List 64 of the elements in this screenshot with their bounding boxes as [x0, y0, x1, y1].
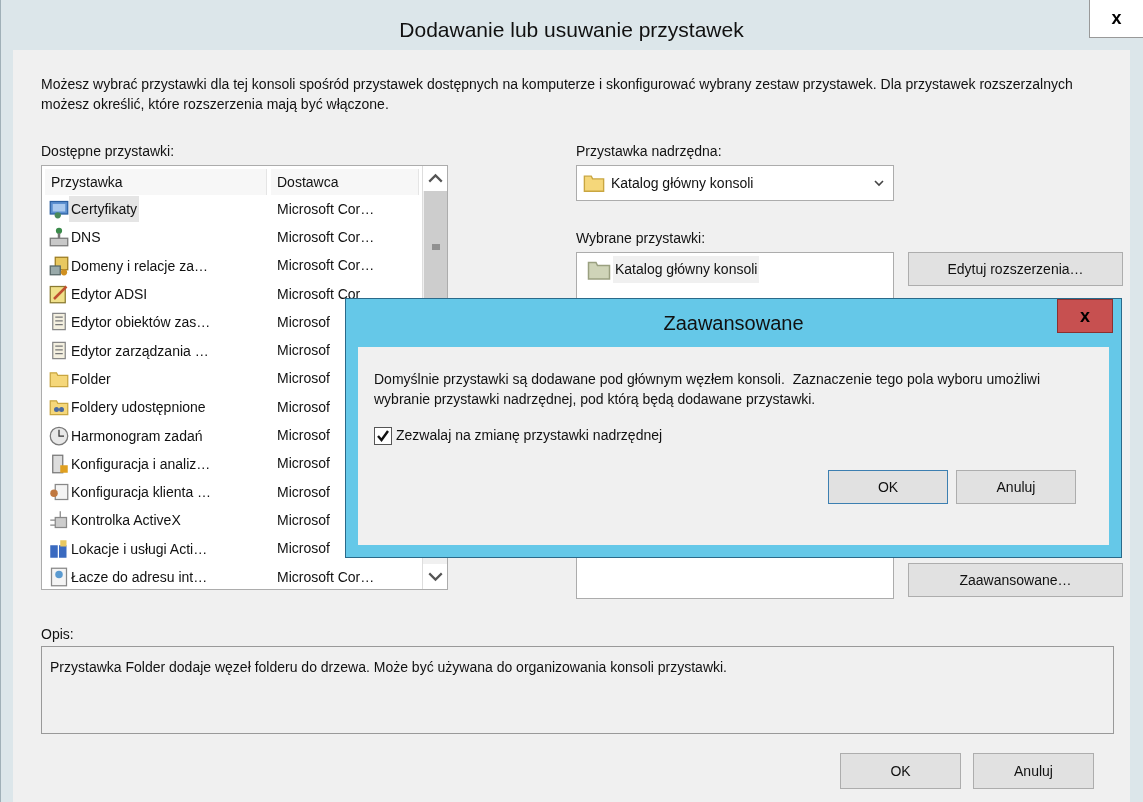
column-header[interactable]: Dostawca — [271, 169, 419, 195]
dialog-text: Domyślnie przystawki są dodawane pod głównym węzłem konsoli. Zaznaczenie tego pola wyboru umożliwi wybranie przystawki nadrzędnej, pod którą będą dodawane przystawki. — [374, 370, 1042, 409]
snapin-name[interactable]: Edytor zarządzania … — [69, 337, 211, 364]
component-icon — [49, 510, 69, 531]
checkbox[interactable] — [374, 426, 392, 445]
snapin-name[interactable]: Konfiguracja i analiz… — [69, 450, 213, 477]
link-icon — [49, 567, 69, 587]
editor-icon — [49, 284, 69, 305]
vendor-cell-text: Microsoft Cor… — [276, 256, 375, 276]
folder-icon — [583, 172, 605, 194]
dialog-title: Zaawansowane — [663, 311, 804, 336]
buildings-icon — [49, 538, 69, 559]
instruction-text: Możesz wybrać przystawki dla tej konsoli spośród przystawek dostępnych na komputerze i skonfigurować wybrany zestaw przystawek. Dla przystawek rozszerzalnych możesz określić, które rozszerzenia mają być włączone. — [41, 75, 1074, 114]
document-icon — [49, 340, 69, 361]
snapin-name[interactable]: Edytor ADSI — [69, 281, 150, 308]
description-box: Przystawka Folder dodaje węzeł folderu do drzewa. Może być używana do organizowania konsoli przystawki. — [41, 646, 1114, 734]
list-label: Dostępne przystawki: — [41, 142, 176, 160]
snapin-name[interactable]: Kontrolka ActiveX — [69, 507, 183, 534]
parent-dropdown[interactable]: Katalog główny konsoli — [576, 165, 894, 201]
column-header[interactable]: Przystawka — [45, 169, 267, 195]
vendor-cell-text: Microsof — [276, 510, 330, 530]
vendor-cell-text: Microsof — [276, 397, 330, 417]
snapin-name[interactable]: Folder — [69, 365, 113, 392]
snapin-name[interactable]: Edytor obiektów zas… — [69, 309, 213, 336]
document-icon — [49, 312, 69, 333]
close-button[interactable]: x — [1089, 0, 1143, 38]
edit-extensions-button[interactable]: Edytuj rozszerzenia… — [908, 252, 1123, 286]
vendor-cell-text: Microsoft Cor… — [276, 199, 375, 219]
snapin-name[interactable]: Harmonogram zadań — [69, 422, 205, 449]
cancel-button[interactable]: Anuluj — [973, 753, 1094, 789]
selected-list-label: Wybrane przystawki: — [576, 229, 707, 247]
dns-icon — [49, 227, 69, 248]
vendor-cell-text: Microsof — [276, 369, 330, 389]
snapin-name[interactable]: Katalog główny konsoli — [613, 256, 760, 283]
vendor-cell-text: Microsof — [276, 454, 330, 474]
description-label: Opis: — [41, 625, 75, 643]
cancel-button[interactable]: Anuluj — [956, 470, 1076, 504]
window-title: Dodawanie lub usuwanie przystawek — [399, 17, 744, 44]
snapin-name[interactable]: Lokacje i usługi Acti… — [69, 535, 210, 562]
snapin-name[interactable]: Foldery udostępnione — [69, 394, 208, 421]
parent-label: Przystawka nadrzędna: — [576, 142, 723, 160]
client-config-icon — [49, 482, 69, 503]
vendor-cell-text: Microsof — [276, 539, 330, 559]
clock-icon — [49, 425, 69, 446]
snapin-name[interactable]: DNS — [69, 224, 103, 251]
vendor-cell-text: Microsoft Cor… — [276, 567, 375, 587]
advanced-button[interactable]: Zaawansowane… — [908, 563, 1123, 597]
vendor-cell-text: Microsoft Cor… — [276, 227, 375, 247]
snapin-name[interactable]: Certyfikaty — [69, 196, 140, 223]
close-button[interactable]: x — [1057, 299, 1113, 333]
vendor-cell-text: Microsof — [276, 341, 330, 361]
checkbox-label[interactable]: Zezwalaj na zmianę przystawki nadrzędnej — [396, 425, 663, 446]
snapin-name[interactable]: Konfiguracja klienta … — [69, 479, 214, 506]
ok-button[interactable]: OK — [828, 470, 948, 504]
certificate-icon — [49, 199, 69, 220]
server-lock-icon — [49, 453, 69, 474]
snapin-name[interactable]: Domeny i relacje za… — [69, 252, 210, 279]
ok-button[interactable]: OK — [840, 753, 961, 789]
vendor-cell-text: Microsof — [276, 426, 330, 445]
shared-folder-icon — [49, 397, 69, 418]
vendor-cell-text: Microsof — [276, 312, 330, 332]
vendor-cell-text: Microsof — [276, 482, 330, 502]
domain-icon — [49, 255, 69, 276]
snapin-name[interactable]: Łacze do adresu int… — [69, 564, 210, 589]
